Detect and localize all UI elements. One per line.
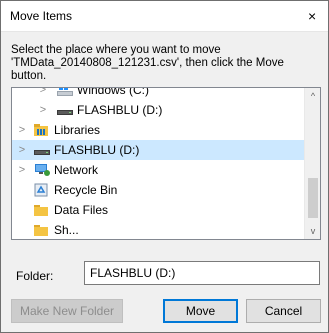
expand-chevron-icon[interactable]: >	[17, 120, 27, 140]
folder-tree[interactable]: > Windows (C:) > FLASHBLU (D:) > Librari…	[11, 87, 321, 240]
tree-item-recycle-bin[interactable]: Recycle Bin	[12, 180, 305, 200]
tree-item-data-files[interactable]: Data Files	[12, 200, 305, 220]
dialog-title: Move Items	[10, 9, 73, 23]
title-bar[interactable]: Move Items ×	[1, 1, 328, 32]
scroll-up-icon[interactable]: ^	[305, 88, 320, 104]
cancel-button[interactable]: Cancel	[246, 299, 321, 323]
expand-chevron-icon[interactable]: >	[17, 160, 27, 180]
recycle-bin-icon	[33, 183, 49, 197]
tree-item-partial[interactable]: Sh...	[12, 220, 305, 239]
instructions-text: Select the place where you want to move …	[11, 44, 284, 82]
folder-icon	[33, 223, 49, 237]
network-icon	[33, 163, 50, 177]
vertical-scrollbar[interactable]: ^ v	[304, 88, 320, 239]
move-items-dialog: Move Items × Select the place where you …	[0, 0, 329, 333]
libraries-icon	[33, 123, 49, 137]
tree-item-label: Sh...	[54, 223, 79, 237]
expand-chevron-icon[interactable]: >	[38, 100, 48, 120]
tree-item-label: FLASHBLU (D:)	[77, 103, 163, 117]
tree-item-label: Data Files	[54, 203, 109, 217]
tree-item-label: Recycle Bin	[54, 183, 118, 197]
tree-item-label: Windows (C:)	[77, 87, 150, 97]
windows-drive-icon	[56, 88, 73, 97]
folder-input[interactable]	[84, 261, 320, 285]
move-button[interactable]: Move	[163, 299, 238, 323]
folder-icon	[33, 203, 49, 217]
tree-item-network[interactable]: > Network	[12, 160, 305, 180]
tree-item-label: Network	[54, 163, 99, 177]
tree-item-label: FLASHBLU (D:)	[54, 143, 140, 157]
tree-item-libraries[interactable]: > Libraries	[12, 120, 305, 140]
scroll-down-icon[interactable]: v	[305, 223, 320, 239]
folder-label: Folder:	[16, 269, 54, 283]
make-new-folder-button[interactable]: Make New Folder	[11, 299, 123, 323]
tree-item-flashblu-selected[interactable]: > FLASHBLU (D:)	[12, 140, 305, 160]
expand-chevron-icon[interactable]: >	[38, 88, 48, 100]
usb-drive-icon	[56, 103, 73, 117]
close-button[interactable]: ×	[308, 1, 328, 31]
usb-drive-icon	[33, 143, 50, 157]
scroll-thumb[interactable]	[308, 178, 318, 218]
tree-item-windows-c[interactable]: > Windows (C:)	[12, 87, 305, 100]
tree-item-label: Libraries	[54, 123, 101, 137]
expand-chevron-icon[interactable]: >	[17, 140, 27, 160]
tree-item-flashblu-child[interactable]: > FLASHBLU (D:)	[12, 100, 305, 120]
